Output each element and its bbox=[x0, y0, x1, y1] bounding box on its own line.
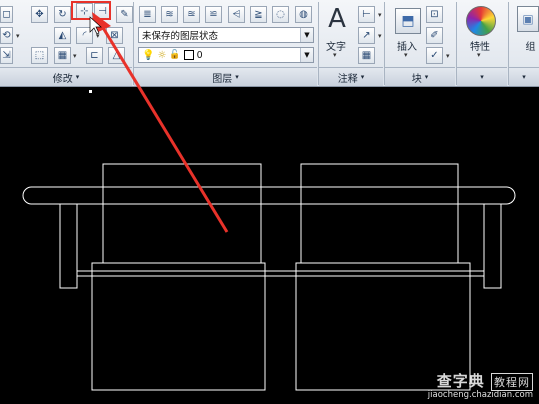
watermark: 查字典 教程网 jiaocheng.chazidian.com bbox=[395, 370, 535, 402]
block-attribute-icon[interactable]: ✓ bbox=[426, 47, 443, 64]
chevron-down-icon: ▼ bbox=[300, 48, 313, 62]
ribbon: ◻ ✥ ↻ ⊹ ⊣ ✎ ⟲ ▾ ◭ ◜ ▾ ⊠ ⇲ ⬚ ▦ ▾ ⊏ △ 修改 ▾… bbox=[0, 0, 539, 87]
annotation-expand-arrow: ▾ bbox=[360, 73, 365, 81]
sofa-backrest bbox=[22, 186, 516, 205]
join-icon[interactable]: △ bbox=[108, 47, 125, 64]
layer-state-value: 未保存的图层状态 bbox=[142, 31, 219, 42]
sofa-right-leg bbox=[483, 203, 502, 289]
bulb-icon: 💡 bbox=[142, 49, 155, 61]
left-back-cushion bbox=[102, 163, 262, 264]
insert-block-icon[interactable]: ⬒ bbox=[395, 8, 421, 34]
scale-icon[interactable]: ⬚ bbox=[31, 47, 48, 64]
layer-value: 0 bbox=[196, 49, 203, 61]
create-block-icon[interactable]: ⊡ bbox=[426, 6, 443, 23]
erase-icon[interactable]: ✎ bbox=[116, 6, 133, 23]
move-icon[interactable]: ✥ bbox=[31, 6, 48, 23]
layers-panel-title[interactable]: 图层 ▾ bbox=[134, 67, 317, 86]
layer-isolate-icon[interactable]: ≊ bbox=[183, 6, 200, 23]
watermark-brand-box: 教程网 bbox=[491, 373, 533, 391]
array-icon[interactable]: ▦ bbox=[54, 47, 71, 64]
layers-expand-arrow: ▾ bbox=[235, 73, 239, 81]
modify-expand-arrow: ▾ bbox=[75, 73, 80, 81]
copy-icon[interactable]: ◻ bbox=[0, 6, 13, 23]
group-button-label[interactable]: 组 bbox=[522, 38, 539, 53]
layers-panel-label: 图层 bbox=[212, 73, 233, 85]
modify-panel-label: 修改 bbox=[52, 73, 73, 85]
lock-icon: 🔓 bbox=[169, 50, 181, 60]
properties-panel-title[interactable]: ▾ bbox=[457, 67, 507, 86]
group-panel-title[interactable]: ▾ bbox=[509, 67, 539, 86]
annotation-highlight-box bbox=[71, 1, 111, 20]
watermark-brand: 查字典 bbox=[436, 372, 485, 390]
offset-icon[interactable]: ⊏ bbox=[86, 47, 103, 64]
layer-state-select[interactable]: 未保存的图层状态 ▼ bbox=[138, 27, 314, 43]
block-dropdown-arrow[interactable]: ▾ bbox=[446, 52, 450, 60]
block-panel-title[interactable]: 块 ▾ bbox=[385, 67, 455, 86]
fillet-icon[interactable]: ◜ bbox=[76, 27, 93, 44]
mirror-tool-icon[interactable]: ◭ bbox=[54, 27, 71, 44]
text-icon[interactable]: A bbox=[326, 4, 348, 34]
layer-off-icon[interactable]: ◍ bbox=[295, 6, 312, 23]
text-dropdown-arrow[interactable]: ▾ bbox=[333, 51, 337, 59]
fillet-dropdown-arrow[interactable]: ▾ bbox=[96, 32, 100, 40]
leader-icon[interactable]: ↗ bbox=[358, 27, 375, 44]
block-expand-arrow: ▾ bbox=[424, 73, 429, 81]
properties-dropdown-arrow[interactable]: ▾ bbox=[477, 51, 481, 59]
color-swatch bbox=[183, 50, 194, 60]
annotation-panel-label: 注释 bbox=[337, 73, 358, 85]
mirror-icon[interactable]: ⟲ bbox=[0, 27, 13, 44]
annotation-panel-title[interactable]: 注释 ▾ bbox=[319, 67, 383, 86]
left-seat-cushion bbox=[91, 262, 266, 391]
stretch-icon[interactable]: ⇲ bbox=[0, 47, 13, 64]
layer-state-icon[interactable]: ≋ bbox=[161, 6, 178, 23]
properties-expand-arrow: ▾ bbox=[480, 73, 484, 81]
dimension-icon[interactable]: ⊢ bbox=[358, 6, 375, 23]
layer-select[interactable]: 💡 ☼ 🔓 0 ▼ bbox=[138, 47, 314, 63]
sun-icon: ☼ bbox=[157, 49, 167, 61]
group-icon[interactable]: ▣ bbox=[517, 6, 539, 32]
insert-dropdown-arrow[interactable]: ▾ bbox=[404, 51, 408, 59]
layer-previous-icon[interactable]: ≧ bbox=[250, 6, 267, 23]
layer-freeze-icon[interactable]: ◌ bbox=[272, 6, 289, 23]
layer-match-icon[interactable]: ⩤ bbox=[228, 6, 245, 23]
array-dropdown-arrow[interactable]: ▾ bbox=[73, 52, 77, 60]
modify-panel-title[interactable]: 修改 ▾ bbox=[0, 67, 132, 86]
layer-properties-icon[interactable]: ≣ bbox=[139, 6, 156, 23]
table-icon[interactable]: ▦ bbox=[358, 47, 375, 64]
viewport-marker bbox=[89, 90, 92, 93]
layer-unisolate-icon[interactable]: ≌ bbox=[205, 6, 222, 23]
edit-block-icon[interactable]: ✐ bbox=[426, 27, 443, 44]
watermark-url: jiaocheng.chazidian.com bbox=[427, 390, 533, 400]
color-wheel-icon[interactable] bbox=[466, 6, 496, 36]
sofa-left-leg bbox=[59, 203, 78, 289]
block-panel-label: 块 bbox=[411, 73, 422, 85]
leader-dropdown-arrow[interactable]: ▾ bbox=[378, 32, 382, 40]
dimension-dropdown-arrow[interactable]: ▾ bbox=[378, 11, 382, 19]
sofa-drawing bbox=[22, 163, 516, 391]
right-back-cushion bbox=[300, 163, 459, 264]
chevron-down-icon: ▼ bbox=[300, 28, 313, 42]
rotate-icon[interactable]: ↻ bbox=[54, 6, 71, 23]
dropdown-arrow[interactable]: ▾ bbox=[16, 32, 20, 40]
group-expand-arrow: ▾ bbox=[522, 73, 526, 81]
explode-icon[interactable]: ⊠ bbox=[106, 27, 123, 44]
